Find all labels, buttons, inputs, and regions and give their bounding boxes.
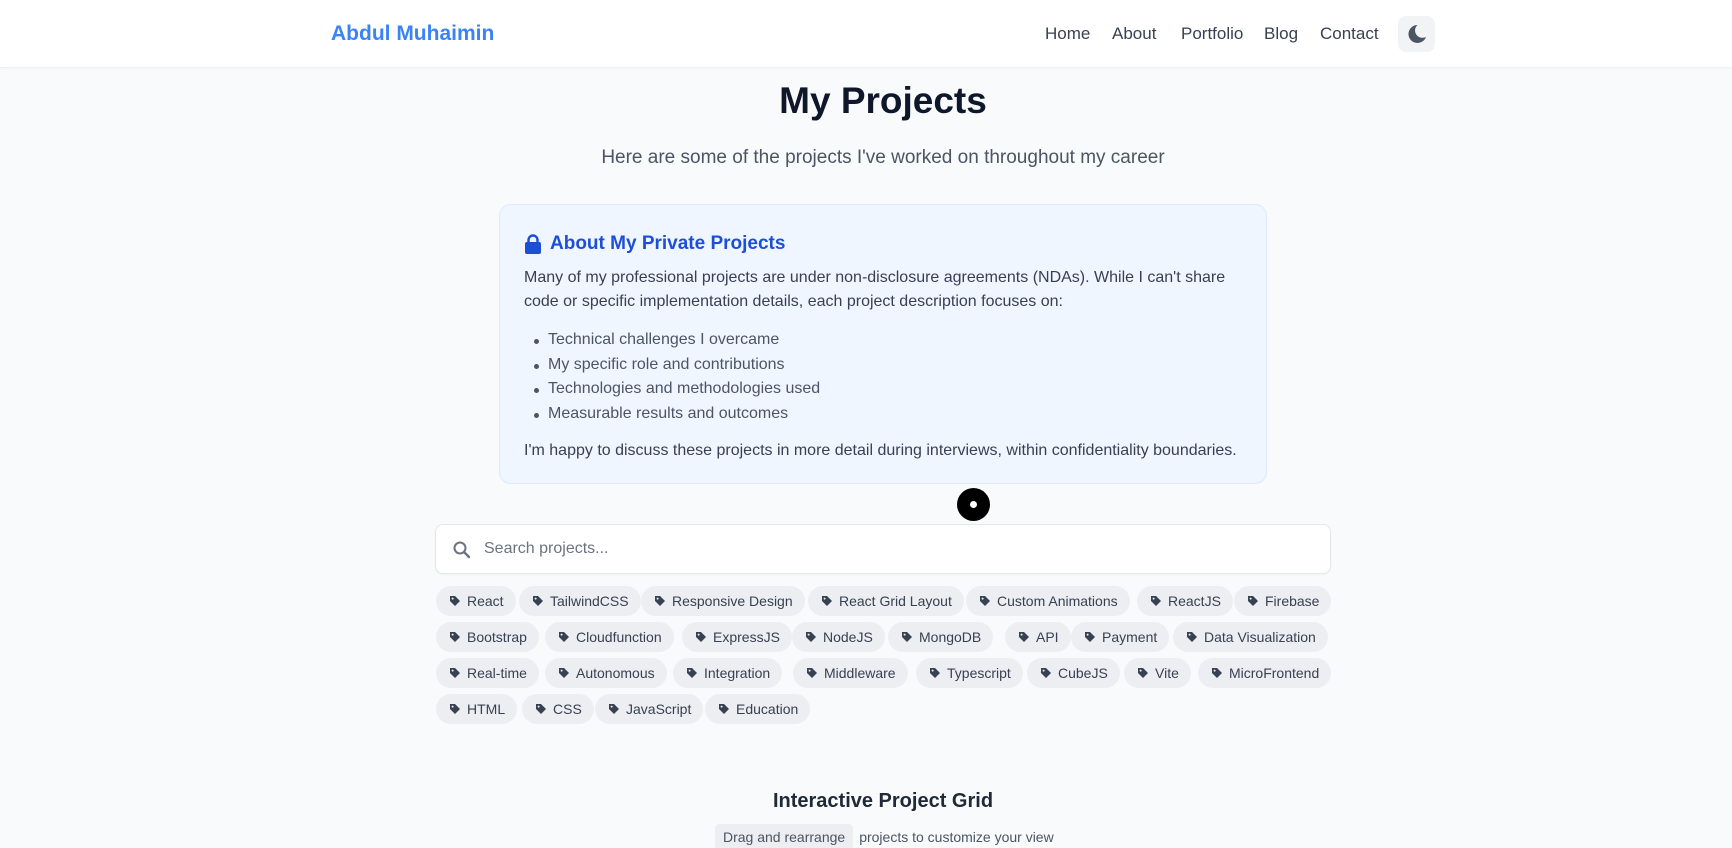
list-item: Technologies and methodologies used	[534, 377, 820, 402]
info-list: Technical challenges I overcame My speci…	[534, 328, 820, 426]
tag-integration[interactable]: Integration	[673, 658, 783, 688]
page-subtitle: Here are some of the projects I've worke…	[601, 147, 1165, 168]
tag-icon	[1041, 668, 1051, 678]
tag-icon	[559, 668, 569, 678]
theme-toggle-button[interactable]	[1398, 16, 1435, 52]
tag-mongodb[interactable]: MongoDB	[888, 622, 994, 652]
tag-icon	[1187, 632, 1197, 642]
tag-icon	[609, 704, 619, 714]
tag-icon	[980, 596, 990, 606]
tag-api[interactable]: API	[1005, 622, 1071, 652]
lock-icon	[525, 234, 541, 254]
tag-autonomous[interactable]: Autonomous	[545, 658, 667, 688]
nav-home[interactable]: Home	[1045, 24, 1090, 44]
tag-microfrontend[interactable]: MicroFrontend	[1198, 658, 1332, 688]
page-title: My Projects	[779, 80, 987, 121]
tag-payment[interactable]: Payment	[1071, 622, 1170, 652]
tag-expressjs[interactable]: ExpressJS	[682, 622, 792, 652]
tag-icon	[696, 632, 706, 642]
tag-middleware[interactable]: Middleware	[793, 658, 908, 688]
tag-bootstrap[interactable]: Bootstrap	[436, 622, 539, 652]
tag-react-grid-layout[interactable]: React Grid Layout	[808, 586, 964, 616]
info-title-text: About My Private Projects	[550, 233, 786, 254]
tag-data-visualization[interactable]: Data Visualization	[1173, 622, 1328, 652]
navbar: Abdul Muhaimin Home About Portfolio Blog…	[0, 0, 1732, 68]
tag-typescript[interactable]: Typescript	[916, 658, 1023, 688]
tag-icon	[1212, 668, 1222, 678]
tag-icon	[533, 596, 543, 606]
tag-icon	[1019, 632, 1029, 642]
info-outro: I'm happy to discuss these projects in m…	[524, 442, 1237, 459]
drag-hint-chip: Drag and rearrange	[715, 824, 854, 848]
tag-icon	[930, 668, 940, 678]
tag-icon	[719, 704, 729, 714]
tag-tailwindcss[interactable]: TailwindCSS	[519, 586, 641, 616]
tag-icon	[450, 704, 460, 714]
tag-javascript[interactable]: JavaScript	[595, 694, 704, 724]
tag-icon	[559, 632, 569, 642]
tag-icon	[655, 596, 665, 606]
tag-responsive-design[interactable]: Responsive Design	[641, 586, 805, 616]
cursor-indicator	[957, 488, 990, 521]
search-icon	[453, 541, 471, 559]
nav-contact[interactable]: Contact	[1320, 24, 1379, 44]
nav-about[interactable]: About	[1112, 24, 1156, 44]
list-item: Measurable results and outcomes	[534, 402, 820, 427]
search-input[interactable]	[484, 525, 1314, 573]
tag-nodejs[interactable]: NodeJS	[792, 622, 885, 652]
tag-icon	[687, 668, 697, 678]
grid-heading: Interactive Project Grid	[772, 790, 994, 812]
tag-icon	[536, 704, 546, 714]
tag-icon	[1151, 596, 1161, 606]
nav-portfolio[interactable]: Portfolio	[1181, 24, 1243, 44]
search-box	[435, 524, 1331, 574]
moon-icon	[1407, 25, 1426, 43]
tag-css[interactable]: CSS	[522, 694, 594, 724]
tag-cubejs[interactable]: CubeJS	[1027, 658, 1120, 688]
tag-icon	[1138, 668, 1148, 678]
nav-blog[interactable]: Blog	[1264, 24, 1298, 44]
list-item: Technical challenges I overcame	[534, 328, 820, 353]
tag-icon	[450, 632, 460, 642]
tag-firebase[interactable]: Firebase	[1234, 586, 1332, 616]
tag-icon	[822, 596, 832, 606]
tag-vite[interactable]: Vite	[1124, 658, 1191, 688]
grid-subtitle-text: projects to customize your view	[859, 829, 1054, 845]
tag-cloudfunction[interactable]: Cloudfunction	[545, 622, 674, 652]
tag-icon	[902, 632, 912, 642]
tag-icon	[450, 596, 460, 606]
tag-education[interactable]: Education	[705, 694, 811, 724]
tag-icon	[807, 668, 817, 678]
tag-real-time[interactable]: Real-time	[436, 658, 539, 688]
tag-html[interactable]: HTML	[436, 694, 518, 724]
info-intro: Many of my professional projects are und…	[524, 269, 1226, 310]
tag-icon	[806, 632, 816, 642]
tag-reactjs[interactable]: ReactJS	[1137, 586, 1233, 616]
tag-icon	[1085, 632, 1095, 642]
tag-icon	[450, 668, 460, 678]
private-projects-info: About My Private Projects Many of my pro…	[499, 204, 1267, 484]
info-title: About My Private Projects	[524, 233, 785, 255]
tag-react[interactable]: React	[436, 586, 516, 616]
tag-custom-animations[interactable]: Custom Animations	[966, 586, 1130, 616]
brand-logo-link[interactable]: Abdul Muhaimin	[331, 22, 494, 46]
grid-subtitle: Drag and rearrange projects to customize…	[715, 823, 1054, 848]
list-item: My specific role and contributions	[534, 353, 820, 378]
tag-icon	[1248, 596, 1258, 606]
